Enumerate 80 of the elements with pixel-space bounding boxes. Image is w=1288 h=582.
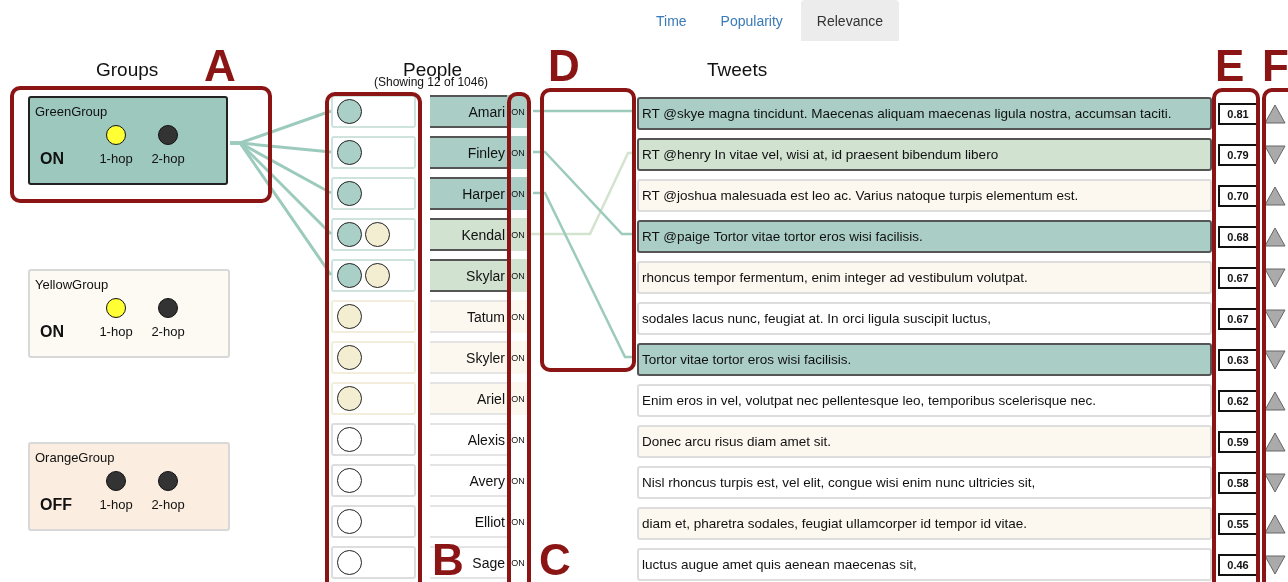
tweet-text[interactable]: RT @henry In vitae vel, wisi at, id praesent bibendum libero: [637, 138, 1212, 171]
hop-label: 1-hop: [99, 324, 133, 339]
sort-tab[interactable]: Popularity: [704, 0, 799, 41]
down-triangle-icon[interactable]: [1264, 144, 1286, 165]
tweet-text[interactable]: RT @joshua malesuada est leo ac. Varius natoque turpis elementum est.: [637, 179, 1212, 212]
down-triangle-icon[interactable]: [1264, 349, 1286, 370]
down-triangle-icon[interactable]: [1264, 554, 1286, 575]
sort-tab[interactable]: Time: [640, 0, 703, 41]
group-state[interactable]: ON: [40, 323, 90, 341]
person-name[interactable]: Ariel: [477, 390, 505, 407]
hop-dot[interactable]: [106, 298, 126, 318]
down-triangle-icon[interactable]: [1264, 472, 1286, 493]
relevance-score: 0.68: [1218, 225, 1258, 248]
relevance-score: 0.55: [1218, 512, 1258, 535]
group-card[interactable]: GreenGroup ON 1-hop 2-hop: [28, 96, 228, 185]
group-card[interactable]: YellowGroup ON 1-hop 2-hop: [28, 269, 230, 358]
annotation-letter: D: [548, 44, 580, 88]
hop-dot[interactable]: [106, 125, 126, 145]
groups-heading: Groups: [96, 58, 159, 81]
hop-label: 2-hop: [151, 324, 185, 339]
person-name[interactable]: Skyler: [466, 349, 505, 366]
hop-label: 2-hop: [151, 151, 185, 166]
group-state[interactable]: ON: [40, 150, 90, 168]
hop-label: 1-hop: [99, 151, 133, 166]
relevance-score: 0.63: [1218, 348, 1258, 371]
tweet-text[interactable]: Nisl rhoncus turpis est, vel elit, congue wisi enim nunc ultricies sit,: [637, 466, 1212, 499]
group-name: YellowGroup: [35, 277, 110, 292]
annotation-letter: A: [204, 44, 236, 88]
tweet-text[interactable]: Enim eros in vel, volutpat nec pellentesque leo, temporibus scelerisque nec.: [637, 384, 1212, 417]
annotation-letter: C: [539, 538, 571, 582]
annotation-letter: B: [432, 538, 464, 582]
up-triangle-icon[interactable]: [1264, 103, 1286, 124]
relevance-score: 0.67: [1218, 266, 1258, 289]
group-name: OrangeGroup: [35, 450, 116, 465]
up-triangle-icon[interactable]: [1264, 226, 1286, 247]
person-name[interactable]: Amari: [468, 103, 505, 120]
person-name[interactable]: Skylar: [466, 267, 505, 284]
tweets-heading: Tweets: [707, 58, 768, 81]
tweet-text[interactable]: Donec arcu risus diam amet sit.: [637, 425, 1212, 458]
relevance-score: 0.62: [1218, 389, 1258, 412]
relevance-score: 0.67: [1218, 307, 1258, 330]
group-state[interactable]: OFF: [40, 496, 90, 514]
relevance-score: 0.46: [1218, 553, 1258, 576]
person-name[interactable]: Elliot: [474, 513, 505, 530]
tweet-text[interactable]: diam et, pharetra sodales, feugiat ullamcorper id tempor id vitae.: [637, 507, 1212, 540]
relevance-score: 0.59: [1218, 430, 1258, 453]
hop-dot[interactable]: [158, 298, 178, 318]
up-triangle-icon[interactable]: [1264, 390, 1286, 411]
person-name[interactable]: Alexis: [467, 431, 505, 448]
sort-tab[interactable]: Relevance: [800, 0, 899, 41]
up-triangle-icon[interactable]: [1264, 431, 1286, 452]
group-card[interactable]: OrangeGroup OFF 1-hop 2-hop: [28, 442, 230, 531]
tweet-text[interactable]: luctus augue amet quis aenean maecenas sit,: [637, 548, 1212, 581]
tweet-text[interactable]: rhoncus tempor fermentum, enim integer ad vestibulum volutpat.: [637, 261, 1212, 294]
tweet-text[interactable]: sodales lacus nunc, feugiat at. In orci ligula suscipit luctus,: [637, 302, 1212, 335]
group-name: GreenGroup: [35, 104, 109, 119]
hop-dot[interactable]: [106, 471, 126, 491]
hop-label: 1-hop: [99, 497, 133, 512]
person-name[interactable]: Avery: [469, 472, 505, 489]
annotation-letter: E: [1215, 44, 1245, 88]
down-triangle-icon[interactable]: [1264, 267, 1286, 288]
tweet-text[interactable]: RT @skye magna tincidunt. Maecenas aliquam maecenas ligula nostra, accumsan taciti.: [637, 97, 1212, 130]
relevance-score: 0.70: [1218, 184, 1258, 207]
up-triangle-icon[interactable]: [1264, 513, 1286, 534]
tweet-text[interactable]: RT @paige Tortor vitae tortor eros wisi facilisis.: [637, 220, 1212, 253]
person-name[interactable]: Harper: [462, 185, 505, 202]
person-name[interactable]: Finley: [467, 144, 505, 161]
relevance-score: 0.81: [1218, 102, 1258, 125]
person-name[interactable]: Tatum: [466, 308, 505, 325]
hop-label: 2-hop: [151, 497, 185, 512]
down-triangle-icon[interactable]: [1264, 308, 1286, 329]
up-triangle-icon[interactable]: [1264, 185, 1286, 206]
hop-dot[interactable]: [158, 471, 178, 491]
person-name[interactable]: Kendal: [461, 226, 505, 243]
person-name[interactable]: Sage: [472, 554, 505, 571]
tweet-text[interactable]: Tortor vitae tortor eros wisi facilisis.: [637, 343, 1212, 376]
relevance-score: 0.79: [1218, 143, 1258, 166]
annotation-letter: F: [1262, 44, 1288, 88]
relevance-score: 0.58: [1218, 471, 1258, 494]
hop-dot[interactable]: [158, 125, 178, 145]
